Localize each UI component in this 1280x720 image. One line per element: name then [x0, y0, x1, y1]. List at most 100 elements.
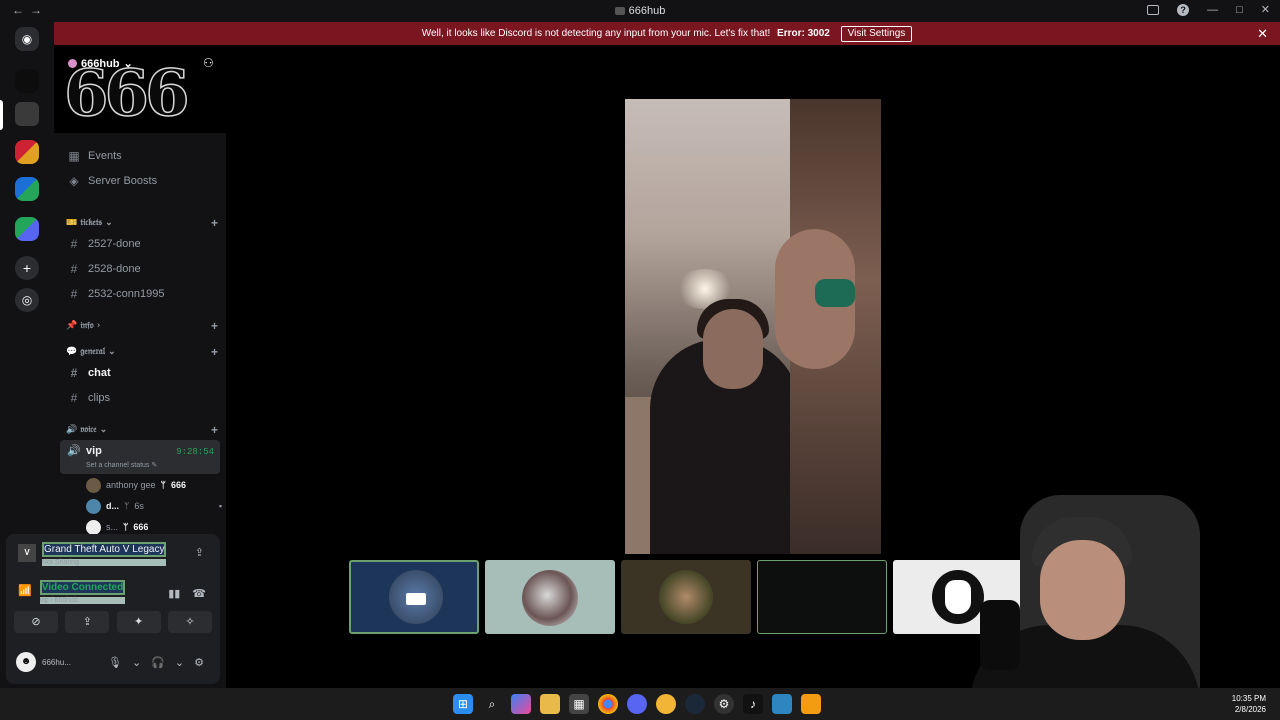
camera-icon: ▪ [218, 501, 223, 511]
headset-icon[interactable]: 🎧 [151, 656, 165, 669]
dm-icon[interactable] [15, 69, 39, 93]
chrome-icon[interactable] [598, 694, 618, 714]
app-icon[interactable] [656, 694, 676, 714]
screen-share-button[interactable]: ⇪ [65, 611, 110, 633]
store-icon[interactable]: ▦ [569, 694, 589, 714]
discover-icon[interactable]: ◎ [15, 288, 39, 312]
add-channel-icon[interactable]: + [211, 216, 218, 230]
channel-clips[interactable]: # clips [64, 387, 220, 409]
minimize-button[interactable]: — [1207, 4, 1218, 16]
events-label: Events [88, 150, 122, 162]
participant-strip [349, 560, 1023, 634]
visit-settings-button[interactable]: Visit Settings [840, 26, 913, 42]
file-explorer-icon[interactable] [540, 694, 560, 714]
tag-icon: ᛘ [123, 522, 129, 532]
window-title-text: 666hub [628, 5, 666, 17]
banner-error-code: Error: 3002 [777, 28, 830, 39]
connection-channel[interactable]: vip / 666hub [39, 597, 126, 604]
channel-2532-conn1995[interactable]: # 2532-conn1995 [64, 283, 220, 305]
voice-controls: ▮▮ ☎ [168, 587, 206, 600]
call-timer: 9:28:54 [176, 447, 214, 457]
voice-member[interactable]: d... ᛘ 6s ▪ [86, 497, 222, 515]
channel-2528-done[interactable]: # 2528-done [64, 258, 220, 280]
settings-gear-icon[interactable]: ⚙ [194, 656, 204, 669]
windows-start-icon[interactable]: ⊞ [453, 694, 473, 714]
category-info[interactable]: 📌 𝔦𝔫𝔣𝔬 › + [66, 319, 218, 333]
tiktok-icon[interactable]: ♪ [743, 694, 763, 714]
participant-tile[interactable] [485, 560, 615, 634]
taskbar-apps: ⊞ ⌕ ▦ ⚙ ♪ [453, 694, 821, 714]
copilot-icon[interactable] [511, 694, 531, 714]
server-666hub-icon[interactable] [15, 102, 39, 126]
close-window-button[interactable]: ✕ [1261, 3, 1270, 16]
activities-button[interactable]: ✦ [116, 611, 161, 633]
settings-icon[interactable]: ⚙ [714, 694, 734, 714]
tag-icon: ᛘ [160, 480, 166, 490]
boost-icon: ◈ [69, 174, 79, 188]
share-screen-icon[interactable]: ⇪ [195, 546, 204, 559]
disconnect-icon[interactable]: ☎ [192, 587, 206, 600]
channel-label: 2532-conn1995 [88, 288, 165, 300]
help-icon[interactable]: ? [1177, 3, 1190, 16]
participant-tile[interactable] [757, 560, 887, 634]
mic-icon[interactable]: 🎙 [108, 656, 122, 669]
category-label: 🔊 𝔳𝔬𝔦𝔠𝔢 [66, 425, 97, 435]
category-label: 📌 𝔦𝔫𝔣𝔬 [66, 321, 94, 331]
add-channel-icon[interactable]: + [211, 423, 218, 437]
hash-icon: # [70, 262, 78, 276]
channel-2527-done[interactable]: # 2527-done [64, 233, 220, 255]
server-boosts-item[interactable]: ◈ Server Boosts [64, 170, 220, 192]
steam-icon[interactable] [685, 694, 705, 714]
channel-label: 2527-done [88, 238, 141, 250]
inbox-icon[interactable] [1147, 4, 1160, 15]
chevron-down-icon[interactable]: ⌄ [175, 656, 184, 669]
soundboard-button[interactable]: ✧ [167, 611, 212, 633]
category-tickets[interactable]: 🎫 𝔱𝔦𝔠𝔨𝔢𝔱𝔰 ⌄ + [66, 216, 218, 230]
server-folder-icon-3[interactable] [15, 217, 39, 241]
category-voice[interactable]: 🔊 𝔳𝔬𝔦𝔠𝔢 ⌄ + [66, 423, 218, 437]
camera-off-button[interactable]: ⊘ [14, 611, 58, 633]
channel-status[interactable]: Set a channel status ✎ [86, 461, 157, 469]
main-video-feed[interactable] [625, 99, 881, 554]
game-status: Not Sharing [42, 559, 167, 566]
events-item[interactable]: ▦ Events [64, 145, 220, 167]
invite-people-icon[interactable]: ⚇ [203, 56, 214, 70]
app-icon-2[interactable] [772, 694, 792, 714]
server-folder-icon[interactable] [15, 140, 39, 164]
participant-tile[interactable] [621, 560, 751, 634]
maximize-button[interactable]: □ [1236, 4, 1243, 16]
noise-suppression-icon[interactable]: ▮▮ [168, 587, 180, 600]
voice-member[interactable]: anthony gee ᛘ 666 [86, 476, 186, 494]
avatar [659, 570, 713, 624]
add-server-icon[interactable]: + [15, 256, 39, 280]
banner-close-icon[interactable]: ✕ [1257, 22, 1268, 45]
channel-chat[interactable]: # chat [64, 362, 220, 384]
category-general[interactable]: 💬 𝔤𝔢𝔫𝔢𝔯𝔞𝔩 ⌄ + [66, 345, 218, 359]
camera-icon [406, 593, 426, 605]
discord-icon[interactable] [627, 694, 647, 714]
mic-warning-banner: Well, it looks like Discord is not detec… [54, 22, 1280, 45]
voice-channel-vip[interactable]: 🔊 vip 9:28:54 Set a channel status ✎ [60, 440, 220, 474]
category-label: 🎫 𝔱𝔦𝔠𝔨𝔢𝔱𝔰 [66, 218, 103, 228]
search-icon[interactable]: ⌕ [482, 694, 502, 714]
signal-icon[interactable]: 📶 [18, 584, 32, 604]
member-name: s... [106, 522, 119, 532]
avatar [86, 477, 101, 493]
server-name-button[interactable]: 666hub ⌄ [68, 57, 133, 70]
add-channel-icon[interactable]: + [211, 319, 218, 333]
system-clock[interactable]: 10:35 PM 2/8/2026 [1232, 693, 1266, 715]
title-bar: ←→ 666hub ? — □ ✕ [0, 0, 1280, 22]
channel-label: clips [88, 392, 111, 404]
app-icon-3[interactable] [801, 694, 821, 714]
participant-tile[interactable] [349, 560, 479, 634]
connection-status: Video Connected [39, 580, 126, 595]
username[interactable]: 666hu... [42, 658, 71, 667]
streamer-face [1040, 540, 1125, 640]
chevron-down-icon[interactable]: ⌄ [132, 656, 141, 669]
server-folder-icon-2[interactable] [15, 177, 39, 201]
member-tag: 6s [134, 501, 144, 511]
avatar[interactable]: ☻ [16, 652, 36, 672]
discord-home-icon[interactable]: ◉ [15, 27, 39, 51]
chevron-down-icon: ⌄ [123, 58, 133, 70]
add-channel-icon[interactable]: + [211, 345, 218, 359]
